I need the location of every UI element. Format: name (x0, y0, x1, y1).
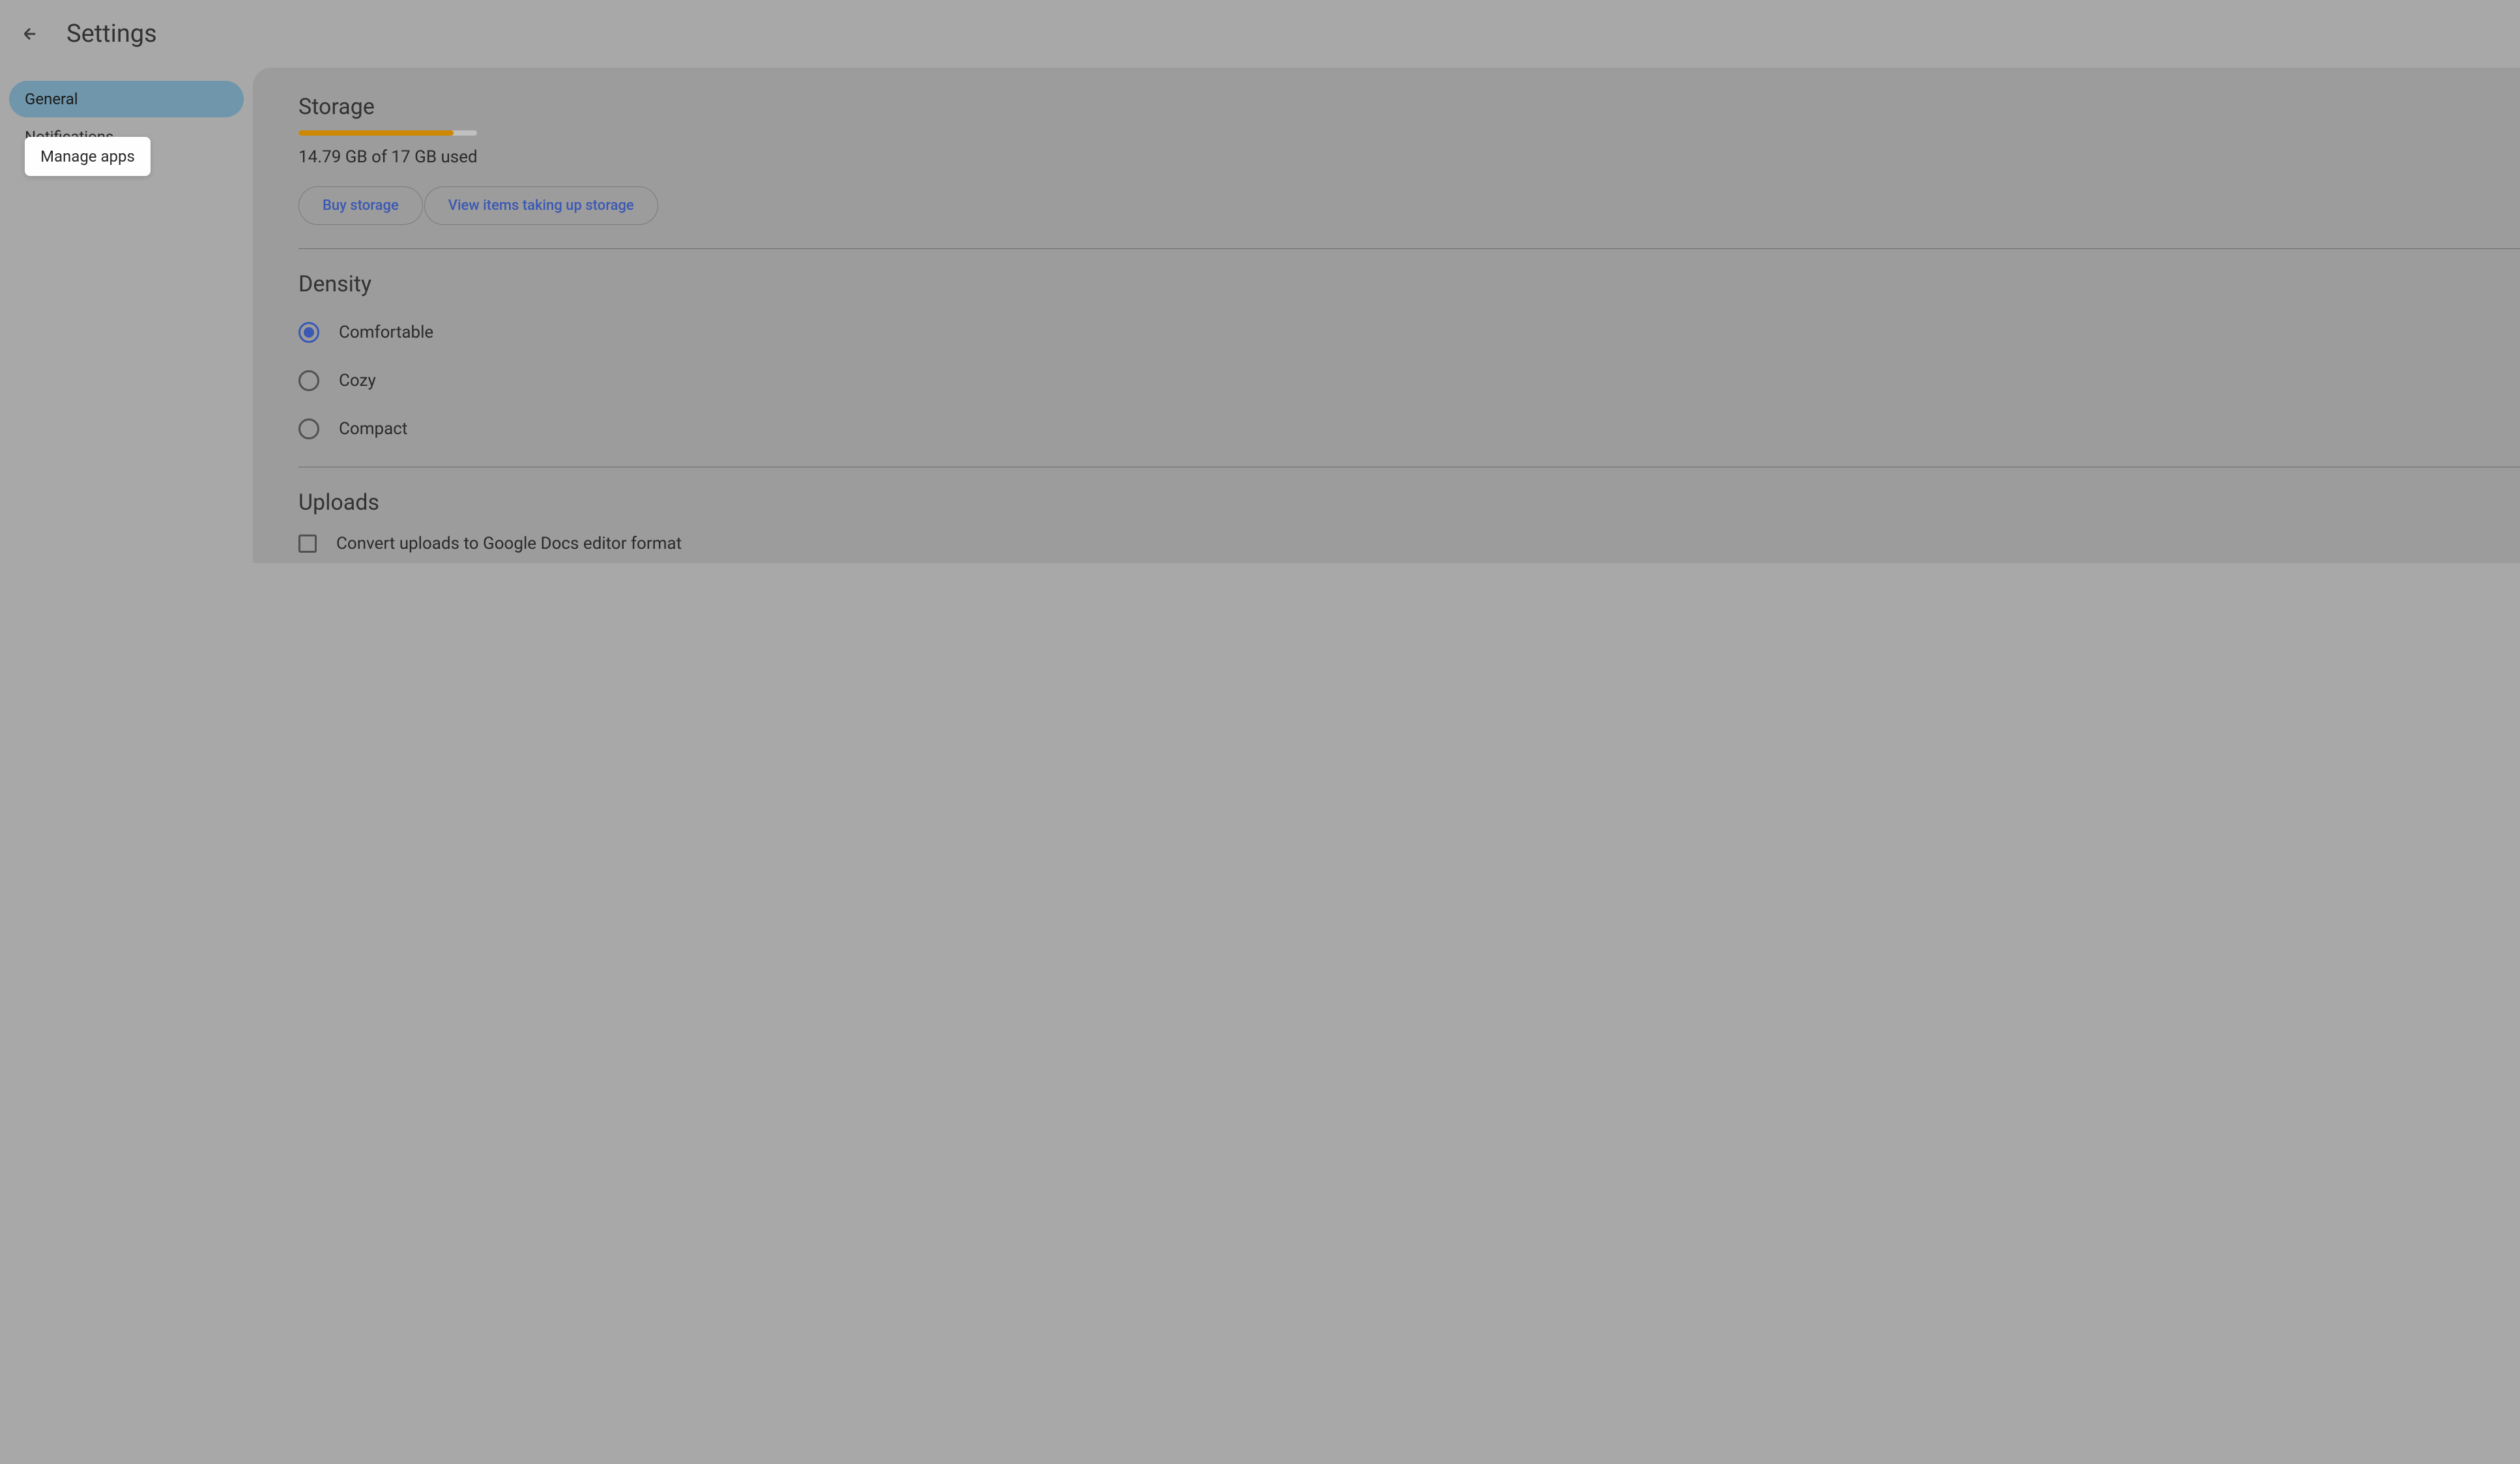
density-option-label: Comfortable (339, 323, 433, 342)
checkbox-icon (298, 534, 317, 553)
storage-progress-bar (298, 130, 477, 136)
density-option-comfortable[interactable]: Comfortable (298, 322, 2520, 343)
sidebar-item-general[interactable]: General (9, 81, 244, 117)
back-button[interactable] (20, 23, 40, 44)
density-option-compact[interactable]: Compact (298, 418, 2520, 439)
uploads-section: Uploads Convert uploads to Google Docs e… (298, 490, 2520, 553)
page-title: Settings (66, 20, 157, 48)
radio-icon (298, 370, 319, 391)
buy-storage-button[interactable]: Buy storage (298, 186, 423, 225)
density-option-label: Cozy (339, 371, 376, 390)
storage-progress-fill (298, 130, 454, 136)
convert-uploads-option[interactable]: Convert uploads to Google Docs editor fo… (298, 534, 2520, 553)
radio-icon (298, 418, 319, 439)
divider (298, 248, 2520, 249)
density-section-title: Density (298, 271, 2520, 297)
density-section: Density Comfortable Cozy Compact (298, 271, 2520, 467)
tooltip-text: Manage apps (40, 147, 135, 166)
convert-uploads-label: Convert uploads to Google Docs editor fo… (336, 534, 682, 553)
storage-section-title: Storage (298, 94, 2520, 120)
storage-usage-text: 14.79 GB of 17 GB used (298, 147, 2520, 167)
sidebar-item-label: General (25, 90, 78, 108)
density-option-cozy[interactable]: Cozy (298, 370, 2520, 391)
view-storage-items-button[interactable]: View items taking up storage (424, 186, 658, 225)
radio-icon (298, 322, 319, 343)
storage-button-row: Buy storage View items taking up storage (298, 186, 2520, 225)
density-option-label: Compact (339, 419, 407, 439)
uploads-section-title: Uploads (298, 490, 2520, 516)
main-panel: Storage 14.79 GB of 17 GB used Buy stora… (253, 68, 2520, 563)
settings-header: Settings (0, 0, 2520, 68)
arrow-left-icon (21, 25, 39, 43)
manage-apps-tooltip[interactable]: Manage apps (25, 137, 151, 176)
storage-section: Storage 14.79 GB of 17 GB used Buy stora… (298, 94, 2520, 249)
radio-dot-icon (304, 327, 314, 338)
